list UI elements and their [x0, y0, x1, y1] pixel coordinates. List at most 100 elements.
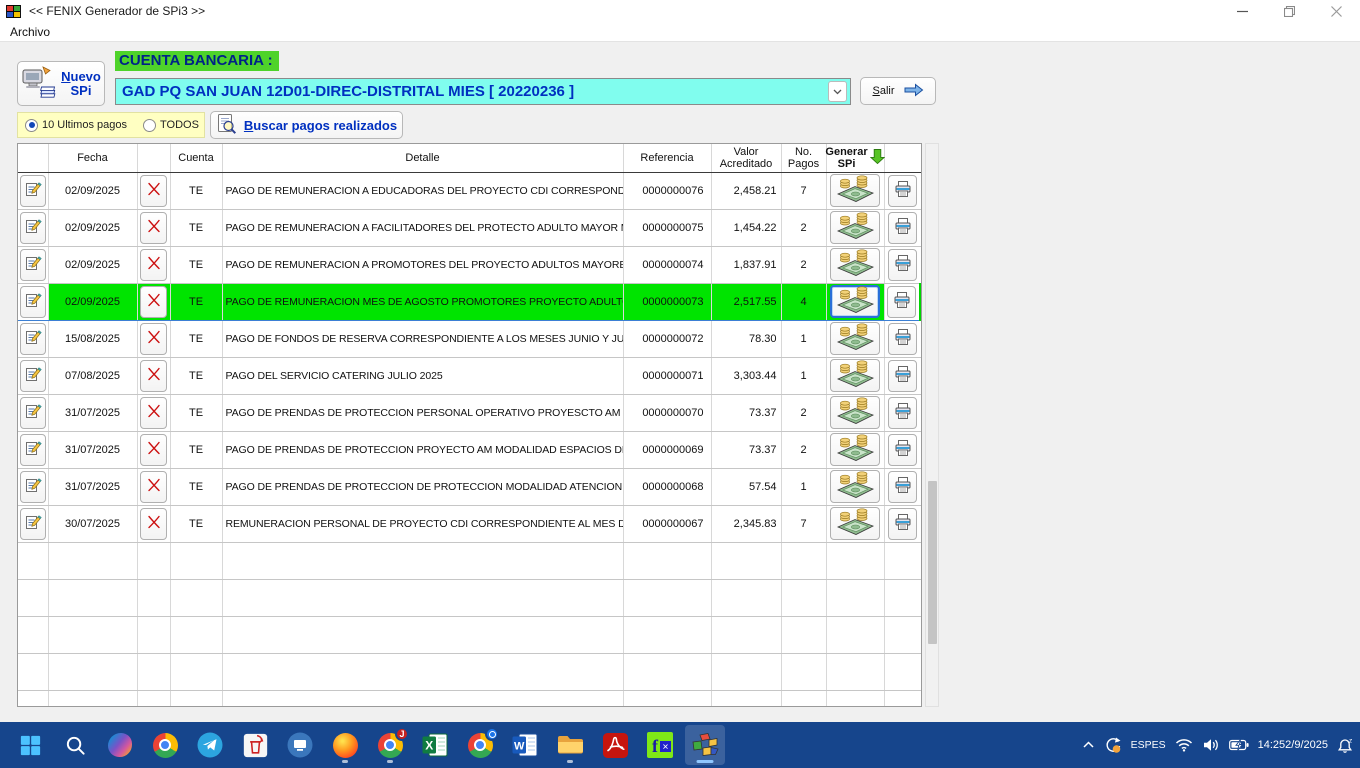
- delete-payment-button[interactable]: [140, 397, 167, 429]
- delete-payment-button[interactable]: [140, 323, 167, 355]
- generar-spi-button[interactable]: [830, 248, 880, 281]
- edit-payment-button[interactable]: [20, 175, 46, 207]
- generar-spi-button[interactable]: [830, 174, 880, 207]
- tray-clock[interactable]: 14:252/9/2025: [1258, 739, 1328, 752]
- print-payment-button[interactable]: [888, 397, 917, 429]
- taskbar-fenix-spi3-icon[interactable]: [685, 725, 725, 765]
- svg-text:z: z: [1349, 737, 1352, 744]
- delete-payment-button[interactable]: [140, 360, 167, 392]
- valor-cell: 1,454.22: [711, 209, 781, 246]
- print-payment-button[interactable]: [888, 471, 917, 503]
- tray-chevron-up-icon[interactable]: [1082, 739, 1095, 751]
- taskbar-recycle-bin-icon[interactable]: [235, 725, 275, 765]
- pagos-cell: 2: [781, 431, 826, 468]
- tray-sync-icon[interactable]: [1104, 736, 1122, 754]
- pagos-cell: 2: [781, 394, 826, 431]
- generar-spi-button[interactable]: [830, 470, 880, 503]
- nuevo-spi-button[interactable]: Nuevo SPi: [17, 61, 105, 106]
- edit-payment-button[interactable]: [20, 471, 46, 503]
- money-stack-icon: [834, 249, 876, 281]
- taskbar-start-icon[interactable]: [10, 725, 50, 765]
- taskbar-search-icon[interactable]: [55, 725, 95, 765]
- profile-badge: [485, 727, 499, 741]
- print-payment-button[interactable]: [887, 286, 916, 318]
- taskbar-icons: JX Wf✕: [10, 722, 725, 768]
- generar-spi-button[interactable]: [830, 322, 880, 355]
- delete-payment-button[interactable]: [140, 508, 167, 540]
- table-row: 30/07/2025 TE REMUNERACION PERSONAL DE P…: [18, 505, 921, 542]
- detalle-cell: PAGO DE PRENDAS DE PROTECCION DE PROTECC…: [222, 468, 623, 505]
- print-payment-button[interactable]: [888, 360, 917, 392]
- edit-payment-button[interactable]: [20, 397, 46, 429]
- print-payment-button[interactable]: [888, 212, 917, 244]
- taskbar-copilot-icon[interactable]: [100, 725, 140, 765]
- generar-spi-button[interactable]: [830, 285, 880, 318]
- generar-spi-button[interactable]: [830, 359, 880, 392]
- edit-payment-button[interactable]: [20, 286, 46, 318]
- salir-button[interactable]: Salir: [860, 77, 936, 105]
- edit-payment-button[interactable]: [20, 212, 46, 244]
- delete-payment-button[interactable]: [140, 212, 167, 244]
- delete-payment-button[interactable]: [140, 434, 167, 466]
- print-payment-button[interactable]: [888, 323, 917, 355]
- edit-payment-button[interactable]: [20, 323, 46, 355]
- notification-bell-icon[interactable]: z: [1337, 737, 1354, 754]
- taskbar-firefox-icon[interactable]: [325, 725, 365, 765]
- cuenta-bancaria-select[interactable]: GAD PQ SAN JUAN 12D01-DIREC-DISTRITAL MI…: [115, 78, 851, 105]
- print-payment-button[interactable]: [888, 175, 917, 207]
- radio-todos[interactable]: TODOS: [143, 119, 199, 132]
- table-row: 02/09/2025 TE PAGO DE REMUNERACION A EDU…: [18, 172, 921, 209]
- svg-text:✕: ✕: [662, 743, 669, 752]
- table-scrollbar[interactable]: [925, 143, 939, 707]
- table-row: 15/08/2025 TE PAGO DE FONDOS DE RESERVA …: [18, 320, 921, 357]
- window-controls: [1219, 0, 1360, 22]
- pagos-cell: 2: [781, 246, 826, 283]
- edit-payment-button[interactable]: [20, 508, 46, 540]
- svg-text:W: W: [514, 741, 525, 753]
- maximize-button[interactable]: [1266, 0, 1313, 22]
- scrollbar-thumb[interactable]: [928, 481, 937, 644]
- edit-document-icon: [24, 254, 42, 275]
- minimize-button[interactable]: [1219, 0, 1266, 22]
- fecha-cell: 31/07/2025: [48, 394, 137, 431]
- taskbar-chrome-profile-j-icon[interactable]: J: [370, 725, 410, 765]
- taskbar-word-icon[interactable]: W: [505, 725, 545, 765]
- print-payment-button[interactable]: [888, 508, 917, 540]
- delete-payment-button[interactable]: [140, 175, 167, 207]
- valor-cell: 1,837.91: [711, 246, 781, 283]
- edit-payment-button[interactable]: [20, 434, 46, 466]
- cuenta-cell: TE: [170, 505, 222, 542]
- tray-language-indicator[interactable]: ESPES: [1131, 739, 1166, 751]
- volume-icon[interactable]: [1202, 738, 1220, 752]
- wifi-icon[interactable]: [1175, 738, 1193, 752]
- taskbar-file-explorer-icon[interactable]: [550, 725, 590, 765]
- delete-payment-button[interactable]: [140, 286, 167, 318]
- buscar-pagos-button[interactable]: Buscar pagos realizados: [210, 111, 403, 139]
- menu-archivo[interactable]: Archivo: [0, 23, 60, 41]
- generar-spi-button[interactable]: [830, 433, 880, 466]
- red-x-icon: [146, 477, 162, 496]
- tray-time: 14:25: [1258, 739, 1286, 752]
- print-payment-button[interactable]: [888, 249, 917, 281]
- taskbar-chrome-icon[interactable]: [145, 725, 185, 765]
- printer-icon: [894, 328, 912, 349]
- taskbar-remote-desktop-icon[interactable]: [280, 725, 320, 765]
- taskbar-chrome-profile-2-icon[interactable]: [460, 725, 500, 765]
- taskbar-telegram-icon[interactable]: [190, 725, 230, 765]
- delete-payment-button[interactable]: [140, 471, 167, 503]
- taskbar-acrobat-icon[interactable]: [595, 725, 635, 765]
- taskbar-excel-icon[interactable]: X: [415, 725, 455, 765]
- close-button[interactable]: [1313, 0, 1360, 22]
- detalle-cell: PAGO DE FONDOS DE RESERVA CORRESPONDIENT…: [222, 320, 623, 357]
- battery-icon[interactable]: [1229, 739, 1249, 751]
- delete-payment-button[interactable]: [140, 249, 167, 281]
- edit-payment-button[interactable]: [20, 360, 46, 392]
- print-payment-button[interactable]: [888, 434, 917, 466]
- generar-spi-button[interactable]: [830, 211, 880, 244]
- radio-10-ultimos[interactable]: 10 Ultimos pagos: [25, 119, 127, 132]
- generar-spi-button[interactable]: [830, 507, 880, 540]
- generar-spi-button[interactable]: [830, 396, 880, 429]
- edit-payment-button[interactable]: [20, 249, 46, 281]
- chevron-down-icon[interactable]: [828, 81, 847, 102]
- taskbar-fenix-icon[interactable]: f✕: [640, 725, 680, 765]
